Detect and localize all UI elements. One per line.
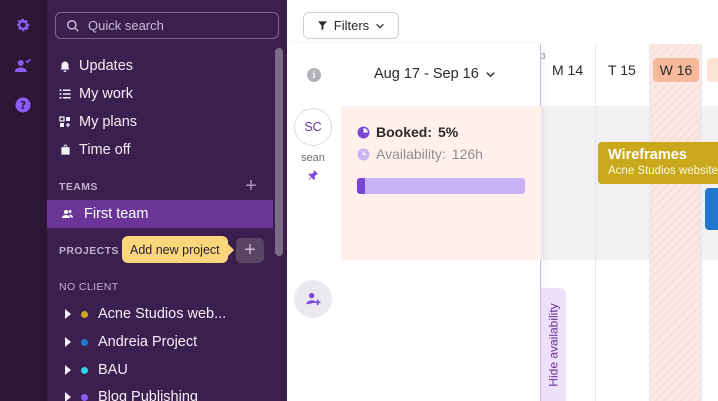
caret-right-icon[interactable]	[65, 365, 71, 375]
avatar-initials: SC	[304, 120, 322, 134]
task-title: Wireframes	[608, 147, 687, 163]
project-item[interactable]: Andreia Project	[65, 331, 197, 353]
add-project-button[interactable]: +	[236, 238, 264, 263]
gridline	[649, 44, 650, 401]
sidebar-scrollbar[interactable]	[275, 48, 283, 256]
search-icon	[67, 19, 79, 32]
search-placeholder: Quick search	[88, 18, 164, 33]
app-rail: ?	[0, 0, 47, 401]
project-label: Blog Publishing	[98, 389, 198, 401]
search-input[interactable]: Quick search	[55, 12, 279, 39]
nav-time-off[interactable]: Time off	[59, 139, 131, 161]
project-item[interactable]: Acne Studios web...	[65, 303, 226, 325]
project-color-dot	[81, 366, 88, 374]
no-client-label: NO CLIENT	[59, 281, 119, 293]
booked-label: Booked:	[376, 124, 432, 140]
project-color-dot	[81, 393, 88, 401]
booked-progress-bar	[357, 178, 525, 194]
nav-label: My work	[79, 86, 133, 102]
availability-panel: i Aug 17 - Sep 16 SC sean Booked: 5% Ava…	[287, 44, 541, 401]
team-item-first-team[interactable]: First team	[47, 200, 273, 228]
nav-label: Updates	[79, 58, 134, 74]
availability-value: 126h	[451, 146, 483, 162]
project-label: BAU	[98, 362, 128, 378]
task-client: Acne Studios website	[608, 165, 718, 177]
nav-label: Time off	[79, 142, 131, 158]
plans-icon	[59, 115, 71, 129]
project-color-dot	[81, 310, 88, 318]
filter-icon	[317, 21, 327, 31]
booked-progress-fill	[357, 178, 366, 194]
today-column	[649, 44, 701, 401]
gridline	[595, 44, 596, 401]
add-team-button[interactable]: +	[240, 175, 262, 197]
date-range-label: Aug 17 - Sep 16	[374, 66, 479, 82]
add-user-button[interactable]	[294, 280, 332, 318]
day-header-today: W 16	[653, 58, 699, 82]
filters-button[interactable]: Filters	[303, 12, 399, 39]
pie-icon	[357, 126, 370, 138]
pin-icon[interactable]	[307, 168, 319, 182]
hide-availability-tab[interactable]: Hide availability	[541, 288, 566, 401]
day-header: T 15	[608, 62, 636, 78]
people-icon	[62, 210, 73, 218]
user-name: sean	[301, 152, 325, 164]
day-number-fragment: 3	[541, 52, 546, 61]
list-icon	[59, 87, 71, 101]
clock-icon	[357, 148, 370, 160]
hide-availability-label: Hide availability	[546, 302, 561, 387]
availability-stat: Availability: 126h	[357, 146, 483, 162]
caret-right-icon[interactable]	[65, 309, 71, 319]
availability-stats: Booked: 5% Availability: 126h	[341, 106, 541, 260]
svg-text:?: ?	[20, 100, 26, 112]
task-block[interactable]	[705, 188, 718, 230]
date-range-selector[interactable]: Aug 17 - Sep 16	[374, 66, 496, 82]
bell-icon	[59, 59, 71, 73]
nav-my-work[interactable]: My work	[59, 83, 133, 105]
gear-icon[interactable]	[14, 16, 32, 34]
people-icon[interactable]	[14, 57, 32, 75]
help-icon[interactable]: ?	[14, 96, 32, 114]
info-icon[interactable]: i	[307, 68, 321, 82]
caret-right-icon[interactable]	[65, 337, 71, 347]
bag-icon	[59, 143, 71, 157]
project-item[interactable]: Blog Publishing	[65, 386, 198, 401]
nav-my-plans[interactable]: My plans	[59, 111, 137, 133]
sidebar: Quick search Updates My work My plans Ti…	[47, 0, 287, 401]
day-header: M 14	[552, 62, 584, 78]
day-header-next	[707, 58, 718, 82]
booked-value: 5%	[438, 124, 459, 140]
availability-label: Availability:	[376, 146, 446, 162]
filters-label: Filters	[333, 18, 370, 33]
booked-stat: Booked: 5%	[357, 124, 458, 140]
teams-section-label: TEAMS	[59, 181, 98, 193]
add-user-icon	[306, 293, 321, 305]
project-color-dot	[81, 338, 88, 346]
nav-updates[interactable]: Updates	[59, 55, 133, 77]
avatar[interactable]: SC	[294, 108, 332, 146]
gridline	[701, 44, 702, 401]
project-item[interactable]: BAU	[65, 359, 128, 381]
project-label: Andreia Project	[98, 334, 198, 350]
add-project-tooltip: Add new project	[122, 236, 234, 263]
team-label: First team	[84, 206, 149, 222]
task-block-wireframes[interactable]: Wireframes Acne Studios website	[598, 142, 718, 184]
nav-label: My plans	[79, 114, 138, 130]
projects-section-label: PROJECTS	[59, 245, 119, 257]
chevron-down-icon	[486, 71, 495, 77]
project-label: Acne Studios web...	[98, 306, 227, 322]
chevron-down-icon	[376, 23, 384, 29]
caret-right-icon[interactable]	[65, 392, 71, 401]
